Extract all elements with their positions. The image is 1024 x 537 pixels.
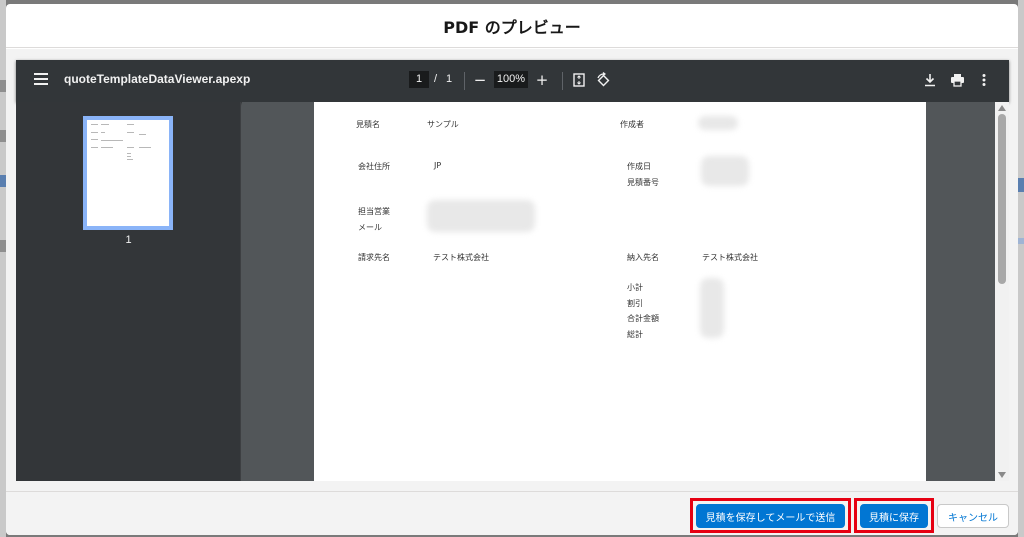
rotate-icon[interactable] [593, 70, 613, 90]
vertical-scrollbar[interactable] [995, 102, 1009, 481]
toolbar-divider [562, 72, 563, 90]
document-area[interactable]: 見積名 サンプル 作成者 会社住所 JP 作成日 見積番号 担当営業 メール 請… [242, 102, 1009, 481]
bill-to-value: テスト株式会社 [433, 253, 489, 262]
save-quote-button[interactable]: 見積に保存 [860, 504, 928, 528]
pdf-preview-modal: PDF のプレビュー quoteTemplateDataViewer.apexp… [6, 4, 1018, 535]
thumbnail-sidebar: 1 [16, 102, 241, 481]
total-pages: 1 [446, 73, 453, 85]
quote-name-value: サンプル [427, 120, 459, 129]
menu-icon[interactable] [34, 73, 48, 87]
scroll-down-arrow-icon[interactable] [998, 472, 1006, 478]
total-amount-label: 合計金額 [627, 314, 659, 323]
redacted-author [698, 116, 738, 130]
scroll-up-arrow-icon[interactable] [998, 105, 1006, 111]
fit-page-icon[interactable] [569, 70, 589, 90]
zoom-level-input[interactable]: 100% [494, 71, 528, 88]
thumbnail-page-number: 1 [125, 234, 132, 246]
pdf-viewer: quoteTemplateDataViewer.apexp 1 / 1 − 10… [16, 60, 1009, 481]
subtotal-label: 小計 [627, 283, 643, 292]
sales-rep-label: 担当営業 [358, 207, 390, 216]
company-address-value: JP [434, 161, 442, 170]
bill-to-label: 請求先名 [358, 253, 390, 262]
page-number-input[interactable]: 1 [409, 71, 429, 88]
download-icon[interactable] [920, 70, 940, 90]
modal-title: PDF のプレビュー [443, 17, 581, 37]
redacted-date-number [701, 156, 749, 186]
toolbar-divider [464, 72, 465, 90]
author-label: 作成者 [620, 120, 644, 129]
quote-name-label: 見積名 [356, 120, 380, 129]
pdf-page: 見積名 サンプル 作成者 会社住所 JP 作成日 見積番号 担当営業 メール 請… [314, 102, 926, 481]
zoom-in-button[interactable]: + [532, 70, 552, 90]
redacted-sales-rep [427, 200, 535, 232]
scrollbar-thumb[interactable] [998, 114, 1006, 284]
page-thumbnail[interactable] [83, 116, 173, 230]
redacted-amounts [700, 278, 724, 338]
modal-header: PDF のプレビュー [6, 4, 1018, 48]
ship-to-label: 納入先名 [627, 253, 659, 262]
save-and-email-button[interactable]: 見積を保存してメールで送信 [696, 504, 845, 528]
ship-to-value: テスト株式会社 [702, 253, 758, 262]
modal-footer: 見積を保存してメールで送信 見積に保存 キャンセル [6, 491, 1018, 535]
print-icon[interactable] [947, 70, 967, 90]
pdf-filename: quoteTemplateDataViewer.apexp [64, 72, 251, 86]
created-date-label: 作成日 [627, 162, 651, 171]
email-label: メール [358, 223, 382, 232]
pdf-toolbar: quoteTemplateDataViewer.apexp 1 / 1 − 10… [16, 60, 1009, 102]
discount-label: 割引 [627, 299, 643, 308]
quote-number-label: 見積番号 [627, 178, 659, 187]
background-page-right-edge [1018, 0, 1024, 537]
cancel-button[interactable]: キャンセル [937, 504, 1009, 528]
modal-body: quoteTemplateDataViewer.apexp 1 / 1 − 10… [6, 49, 1018, 491]
zoom-out-button[interactable]: − [470, 70, 490, 90]
company-address-label: 会社住所 [358, 162, 390, 171]
grand-total-label: 総計 [627, 330, 643, 339]
more-vert-icon[interactable] [974, 70, 994, 90]
page-separator: / [434, 73, 438, 85]
